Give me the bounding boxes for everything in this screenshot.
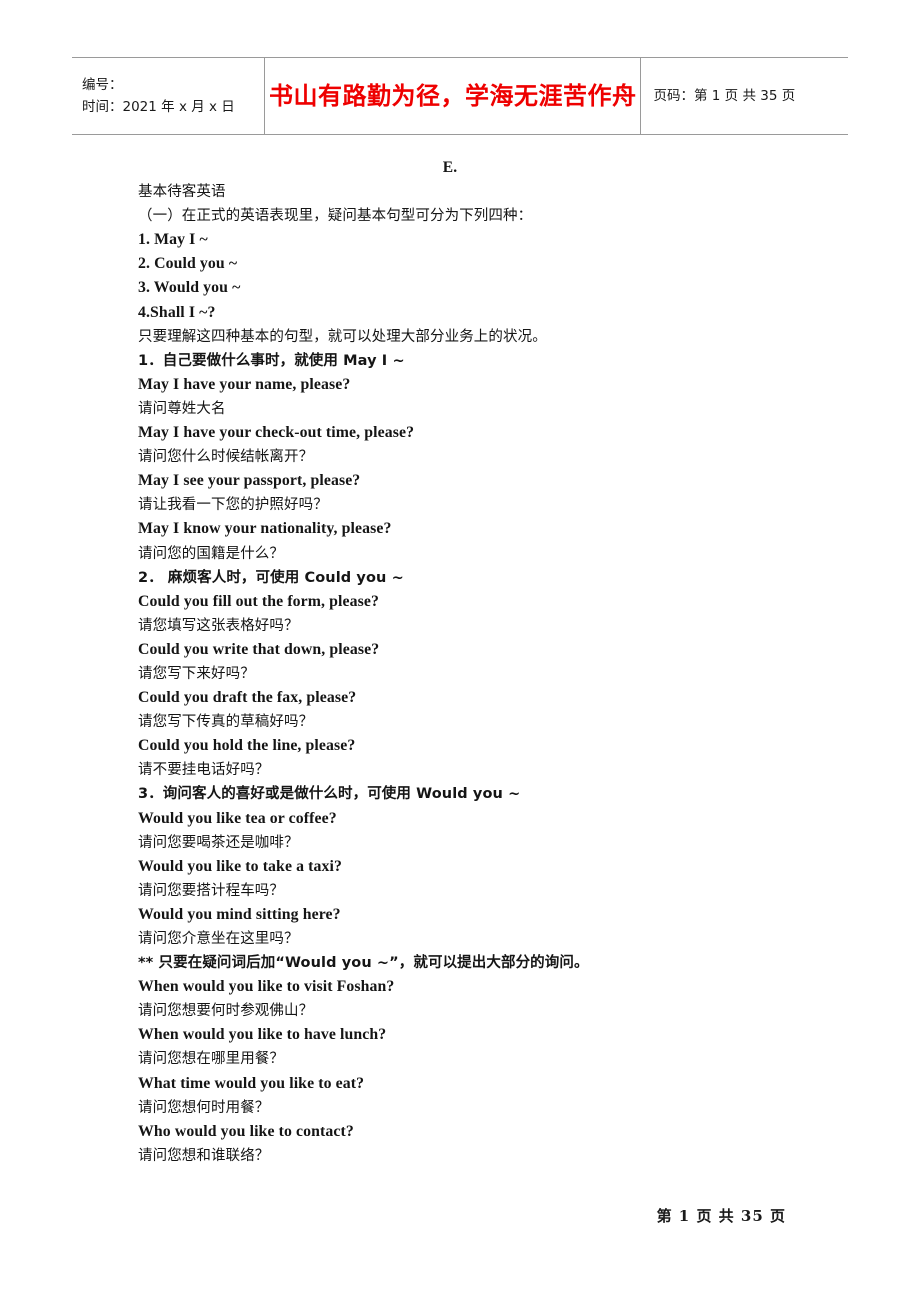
document-line: Could you hold the line, please? xyxy=(138,737,356,755)
document-lines: 基本待客英语 （一）在正式的英语表现里，疑问基本句型可分为下列四种： 1. May … xyxy=(138,180,838,1168)
document-line: 2. Could you ~ xyxy=(138,255,238,273)
document-line: When would you like to have lunch? xyxy=(138,1026,387,1044)
document-line: 请问您介意坐在这里吗？ xyxy=(138,931,299,947)
document-line: 请问您什么时候结帐离开？ xyxy=(138,449,314,466)
footer-page-number: 第 1 页 共 35 页 xyxy=(656,1207,786,1225)
document-line: What time would you like to eat? xyxy=(138,1074,365,1092)
document-line: 2． 麻烦客人时，可使用 Could you ~ xyxy=(138,569,404,586)
document-line: May I see your passport, please? xyxy=(138,472,361,490)
document-page: 编号： 时间：2021 年 x 月 x 日 书山有路勤为径，学海无涯苦作舟 页码… xyxy=(0,0,920,1302)
document-line: 请问您想在哪里用餐？ xyxy=(138,1051,284,1068)
header-label-time: 时间：2021 年 x 月 x 日 xyxy=(82,99,235,115)
document-line: 1．自己要做什么事时，就使用 May I ~ xyxy=(138,352,405,369)
page-header-table: 编号： 时间：2021 年 x 月 x 日 书山有路勤为径，学海无涯苦作舟 页码… xyxy=(72,57,848,135)
document-line: 请问您想要何时参观佛山？ xyxy=(138,1003,314,1020)
document-body: E. 基本待客英语 （一）在正式的英语表现里，疑问基本句型可分为下列四种： 1. M… xyxy=(138,156,838,1168)
document-line: 3．询问客人的喜好或是做什么时，可使用 Would you ~ xyxy=(138,786,521,803)
document-line: 请您写下来好吗？ xyxy=(138,665,255,682)
document-line: 请问您的国籍是什么？ xyxy=(138,545,284,562)
document-line: Could you fill out the form, please? xyxy=(138,592,379,610)
document-line: Could you draft the fax, please? xyxy=(138,689,357,707)
document-line: Could you write that down, please? xyxy=(138,640,380,658)
document-line: Would you like tea or coffee? xyxy=(138,809,337,827)
document-line: 请问您要喝茶还是咖啡？ xyxy=(138,834,299,851)
header-cell-meta: 编号： 时间：2021 年 x 月 x 日 xyxy=(72,58,265,134)
document-line: 请问您想何时用餐？ xyxy=(138,1099,270,1116)
document-line: 请让我看一下您的护照好吗？ xyxy=(138,497,328,514)
document-line: Who would you like to contact? xyxy=(138,1122,354,1140)
document-line: Would you like to take a taxi? xyxy=(138,857,342,875)
document-line: 4.Shall I ~? xyxy=(138,303,216,321)
document-line: Would you mind sitting here? xyxy=(138,905,341,923)
document-line: May I have your check-out time, please? xyxy=(138,424,415,442)
document-line: 请问您要搭计程车吗？ xyxy=(138,882,284,899)
document-line: 请您写下传真的草稿好吗？ xyxy=(138,714,314,731)
document-line: May I know your nationality, please? xyxy=(138,520,392,538)
document-line: 1. May I ~ xyxy=(138,231,208,249)
document-line: 只要理解这四种基本的句型，就可以处理大部分业务上的状况。 xyxy=(138,328,547,345)
header-label-number: 编号： xyxy=(82,77,123,93)
document-line: When would you like to visit Foshan? xyxy=(138,978,395,996)
document-line: 请不要挂电话好吗？ xyxy=(138,762,270,779)
section-marker: E. xyxy=(442,159,458,176)
header-cell-slogan: 书山有路勤为径，学海无涯苦作舟 xyxy=(265,58,642,134)
document-line: 请问您想和谁联络？ xyxy=(138,1147,270,1164)
header-cell-pageinfo: 页码：第 1 页 共 35 页 xyxy=(641,58,848,134)
document-line: （一）在正式的英语表现里，疑问基本句型可分为下列四种： xyxy=(138,208,533,225)
document-line: May I have your name, please? xyxy=(138,375,351,393)
document-line: 请问尊姓大名 xyxy=(138,400,226,417)
header-page-info: 页码：第 1 页 共 35 页 xyxy=(653,88,796,104)
document-line: ** 只要在疑问词后加“Would you ~”，就可以提出大部分的询问。 xyxy=(138,955,589,972)
header-slogan: 书山有路勤为径，学海无涯苦作舟 xyxy=(268,81,637,110)
document-line: 请您填写这张表格好吗？ xyxy=(138,617,299,634)
document-line: 基本待客英语 xyxy=(138,184,226,201)
page-footer: 第 1 页 共 35 页 xyxy=(72,1205,848,1226)
document-line: 3. Would you ~ xyxy=(138,279,241,297)
